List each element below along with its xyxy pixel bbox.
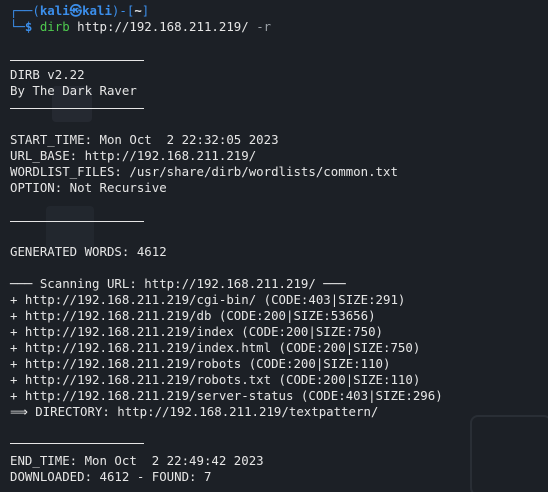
result-line: + http://192.168.211.219/index (CODE:200… bbox=[10, 324, 383, 339]
prompt-directory: ~ bbox=[134, 3, 142, 18]
result-line: + http://192.168.211.219/server-status (… bbox=[10, 388, 443, 403]
end-time: END_TIME: Mon Oct 2 22:49:42 2023 bbox=[10, 453, 264, 468]
scanning-url: ─── Scanning URL: http://192.168.211.219… bbox=[10, 276, 346, 291]
result-line: + http://192.168.211.219/robots (CODE:20… bbox=[10, 356, 391, 371]
prompt-dollar: $ bbox=[24, 19, 40, 34]
result-line: + http://192.168.211.219/db (CODE:200|SI… bbox=[10, 308, 376, 323]
banner-author: By The Dark Raver bbox=[10, 83, 137, 98]
url-base: URL_BASE: http://192.168.211.219/ bbox=[10, 148, 257, 163]
start-time: START_TIME: Mon Oct 2 22:32:05 2023 bbox=[10, 132, 279, 147]
result-line: + http://192.168.211.219/index.html (COD… bbox=[10, 340, 421, 355]
banner-title: DIRB v2.22 bbox=[10, 67, 85, 82]
command-args: http://192.168.211.219/ bbox=[69, 19, 257, 34]
downloaded-found: DOWNLOADED: 4612 - FOUND: 7 bbox=[10, 469, 212, 484]
prompt-frame: ┌──( bbox=[10, 3, 40, 18]
directory-line: ⟹ DIRECTORY: http://192.168.211.219/text… bbox=[10, 404, 379, 419]
separator-rule bbox=[10, 443, 144, 444]
separator-rule bbox=[10, 221, 144, 222]
prompt-frame: )-[ bbox=[111, 3, 135, 18]
result-line: + http://192.168.211.219/robots.txt (COD… bbox=[10, 372, 421, 387]
desktop-icon-ghost bbox=[470, 415, 548, 492]
generated-words: GENERATED WORDS: 4612 bbox=[10, 244, 167, 259]
separator-rule bbox=[10, 108, 144, 109]
result-line: + http://192.168.211.219/cgi-bin/ (CODE:… bbox=[10, 292, 406, 307]
prompt-user-host: kali㉿kali bbox=[39, 3, 112, 18]
terminal-window[interactable]: ┌──(kali㉿kali)-[~] └─$ dirb http://192.1… bbox=[0, 0, 548, 492]
separator-rule bbox=[10, 60, 144, 61]
wordlist-files: WORDLIST_FILES: /usr/share/dirb/wordlist… bbox=[10, 164, 398, 179]
prompt-line-command: └─$ dirb http://192.168.211.219/ -r bbox=[10, 19, 271, 35]
command-name: dirb bbox=[39, 19, 70, 34]
command-flag: -r bbox=[256, 19, 272, 34]
option-line: OPTION: Not Recursive bbox=[10, 180, 167, 195]
prompt-line-top: ┌──(kali㉿kali)-[~] bbox=[10, 3, 149, 19]
prompt-frame: └─ bbox=[10, 19, 25, 34]
prompt-frame: ] bbox=[141, 3, 150, 18]
